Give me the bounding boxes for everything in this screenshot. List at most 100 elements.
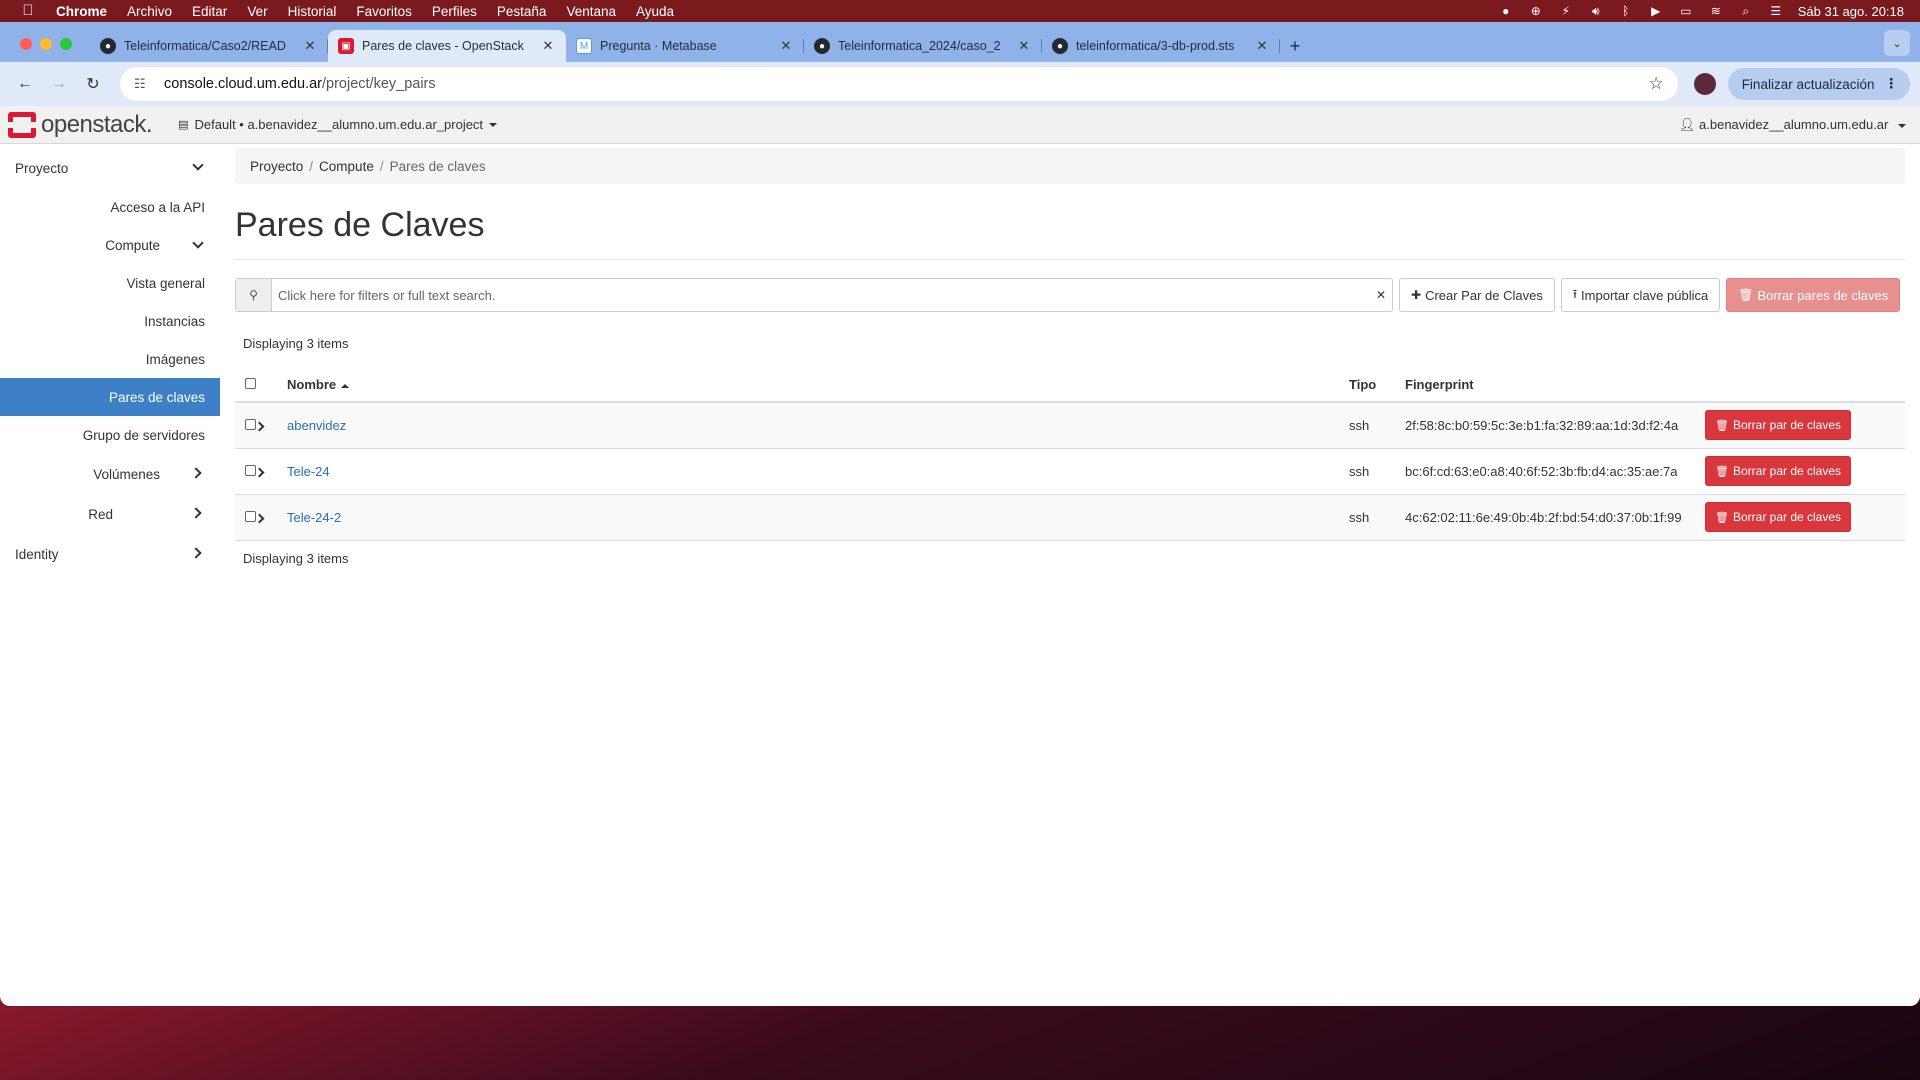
- address-bar[interactable]: ☷ console.cloud.um.edu.ar/project/key_pa…: [120, 67, 1678, 101]
- column-header-nombre[interactable]: Nombre: [287, 368, 1349, 403]
- battery-icon[interactable]: ▭: [1678, 4, 1694, 18]
- sidebar-item-label: Volúmenes: [93, 466, 160, 482]
- bluetooth-icon[interactable]: ᛒ: [1618, 4, 1634, 18]
- openstack-logo[interactable]: openstack.: [8, 110, 153, 139]
- create-keypair-button[interactable]: ✚ Crear Par de Claves: [1399, 278, 1555, 312]
- menubar-datetime[interactable]: Sáb 31 ago. 20:18: [1798, 4, 1904, 19]
- breadcrumb-compute[interactable]: Compute: [319, 159, 374, 174]
- caret-down-icon: [489, 122, 498, 127]
- browser-window: ● Teleinformatica/Caso2/READ ✕ ▣ Pares d…: [0, 22, 1920, 1006]
- import-public-key-button[interactable]: ⭱ Importar clave pública: [1560, 278, 1721, 312]
- breadcrumb-proyecto[interactable]: Proyecto: [250, 159, 303, 174]
- bookmark-star-icon[interactable]: ☆: [1648, 74, 1663, 94]
- chevron-right-icon[interactable]: [254, 513, 265, 523]
- sidebar-item-imagenes[interactable]: Imágenes: [0, 340, 220, 378]
- bolt-icon[interactable]: ⚡: [1558, 4, 1574, 18]
- menu-perfiles[interactable]: Perfiles: [432, 4, 477, 19]
- browser-tab[interactable]: ● Teleinformatica_2024/caso_2 ✕: [804, 30, 1042, 62]
- delete-keypair-button[interactable]: 🗑︎ Borrar par de claves: [1705, 456, 1852, 486]
- openstack-icon: ▣: [338, 38, 354, 54]
- close-window-button[interactable]: [20, 38, 32, 50]
- sidebar-item-identity[interactable]: Identity: [0, 534, 220, 574]
- github-icon: ●: [1052, 38, 1068, 54]
- sidebar-item-vista-general[interactable]: Vista general: [0, 264, 220, 302]
- row-checkbox[interactable]: [245, 510, 256, 522]
- delete-keypairs-button[interactable]: 🗑︎ Borrar pares de claves: [1726, 278, 1901, 312]
- close-icon[interactable]: ✕: [302, 38, 318, 54]
- openstack-logo-text: openstack.: [41, 110, 153, 138]
- menu-favoritos[interactable]: Favoritos: [356, 4, 412, 19]
- new-tab-button[interactable]: +: [1280, 30, 1310, 62]
- actions-header: [1705, 368, 1905, 403]
- menu-app-name[interactable]: Chrome: [56, 4, 107, 19]
- control-center-icon[interactable]: ☰: [1768, 4, 1784, 18]
- play-icon[interactable]: ▶: [1648, 4, 1664, 18]
- tab-search-chevron-icon[interactable]: ⌄: [1884, 30, 1910, 56]
- sidebar-item-grupo-servidores[interactable]: Grupo de servidores: [0, 416, 220, 454]
- sidebar-item-volumenes[interactable]: Volúmenes: [0, 454, 220, 494]
- row-checkbox[interactable]: [245, 464, 256, 476]
- chevron-right-icon: [190, 507, 202, 519]
- row-type-cell: ssh: [1349, 448, 1405, 495]
- menu-ventana[interactable]: Ventana: [566, 4, 616, 19]
- sidebar-item-instancias[interactable]: Instancias: [0, 302, 220, 340]
- keypair-name-link[interactable]: abenvidez: [287, 418, 346, 433]
- toolbox-icon[interactable]: ⊕: [1528, 4, 1544, 18]
- trash-icon: 🗑︎: [1715, 511, 1729, 524]
- project-selector[interactable]: ▤ Default • a.benavidez__alumno.um.edu.a…: [178, 117, 498, 132]
- chevron-right-icon[interactable]: [254, 467, 265, 477]
- chevron-right-icon[interactable]: [254, 421, 265, 432]
- menu-ver[interactable]: Ver: [247, 4, 267, 19]
- close-icon[interactable]: ✕: [540, 38, 556, 54]
- row-fingerprint-cell: bc:6f:cd:63:e0:a8:40:6f:52:3b:fb:d4:ac:3…: [1405, 448, 1705, 495]
- close-icon[interactable]: ✕: [1254, 38, 1270, 54]
- keypair-name-link[interactable]: Tele-24-2: [287, 510, 341, 525]
- menu-ayuda[interactable]: Ayuda: [636, 4, 674, 19]
- site-settings-icon[interactable]: ☷: [134, 76, 154, 92]
- user-menu[interactable]: 👤︎ a.benavidez__alumno.um.edu.ar: [1679, 117, 1906, 133]
- sidebar-item-compute[interactable]: Compute: [0, 226, 220, 264]
- column-header-tipo[interactable]: Tipo: [1349, 368, 1405, 403]
- update-button[interactable]: Finalizar actualización ⋮: [1727, 68, 1910, 100]
- back-arrow-icon[interactable]: ←: [10, 69, 40, 99]
- search-input[interactable]: [272, 279, 1370, 311]
- menu-editar[interactable]: Editar: [192, 4, 227, 19]
- sidebar-item-proyecto[interactable]: Proyecto: [0, 148, 220, 188]
- forward-arrow-icon[interactable]: →: [44, 69, 74, 99]
- minimize-window-button[interactable]: [40, 38, 52, 50]
- close-icon[interactable]: ✕: [1016, 38, 1032, 54]
- column-header-fingerprint[interactable]: Fingerprint: [1405, 368, 1705, 403]
- spotlight-search-icon[interactable]: ⌕: [1738, 4, 1754, 18]
- delete-keypair-button[interactable]: 🗑︎ Borrar par de claves: [1705, 502, 1852, 532]
- sidebar-item-label: Proyecto: [15, 160, 69, 176]
- menu-pestana[interactable]: Pestaña: [497, 4, 547, 19]
- browser-tab[interactable]: ● teleinformatica/3-db-prod.sts ✕: [1042, 30, 1280, 62]
- keypair-name-link[interactable]: Tele-24: [287, 464, 330, 479]
- close-icon[interactable]: ✕: [778, 38, 794, 54]
- browser-tab[interactable]: M Pregunta · Metabase ✕: [566, 30, 804, 62]
- zoom-window-button[interactable]: [60, 38, 72, 50]
- clear-icon[interactable]: ✕: [1370, 288, 1392, 302]
- sidebar-item-acceso-api[interactable]: Acceso a la API: [0, 188, 220, 226]
- keypairs-table: Nombre Tipo Fingerprint abenvidez ssh 2f…: [235, 368, 1905, 541]
- wifi-icon[interactable]: ≋: [1708, 4, 1724, 18]
- sidebar-item-red[interactable]: Red: [0, 494, 220, 534]
- profile-avatar[interactable]: [1693, 73, 1716, 95]
- breadcrumb-separator: /: [309, 158, 314, 174]
- browser-tab-active[interactable]: ▣ Pares de claves - OpenStack ✕: [328, 30, 566, 62]
- sidebar-item-pares-claves[interactable]: Pares de claves: [0, 378, 220, 416]
- kebab-menu-icon[interactable]: ⋮: [1885, 76, 1899, 92]
- menu-archivo[interactable]: Archivo: [127, 4, 172, 19]
- reload-icon[interactable]: ↻: [78, 69, 108, 99]
- menu-historial[interactable]: Historial: [288, 4, 337, 19]
- row-select-cell: [235, 402, 256, 449]
- volume-icon[interactable]: 🔊︎: [1588, 4, 1604, 18]
- chevron-right-icon: [190, 547, 202, 559]
- select-all-checkbox[interactable]: [245, 378, 256, 389]
- github-icon: ●: [814, 38, 830, 54]
- delete-keypair-button[interactable]: 🗑︎ Borrar par de claves: [1705, 410, 1852, 441]
- browser-tab[interactable]: ● Teleinformatica/Caso2/READ ✕: [90, 30, 328, 62]
- record-icon[interactable]: ●: [1498, 4, 1514, 18]
- apple-menu-icon[interactable]: : [20, 3, 36, 19]
- row-checkbox[interactable]: [245, 418, 256, 430]
